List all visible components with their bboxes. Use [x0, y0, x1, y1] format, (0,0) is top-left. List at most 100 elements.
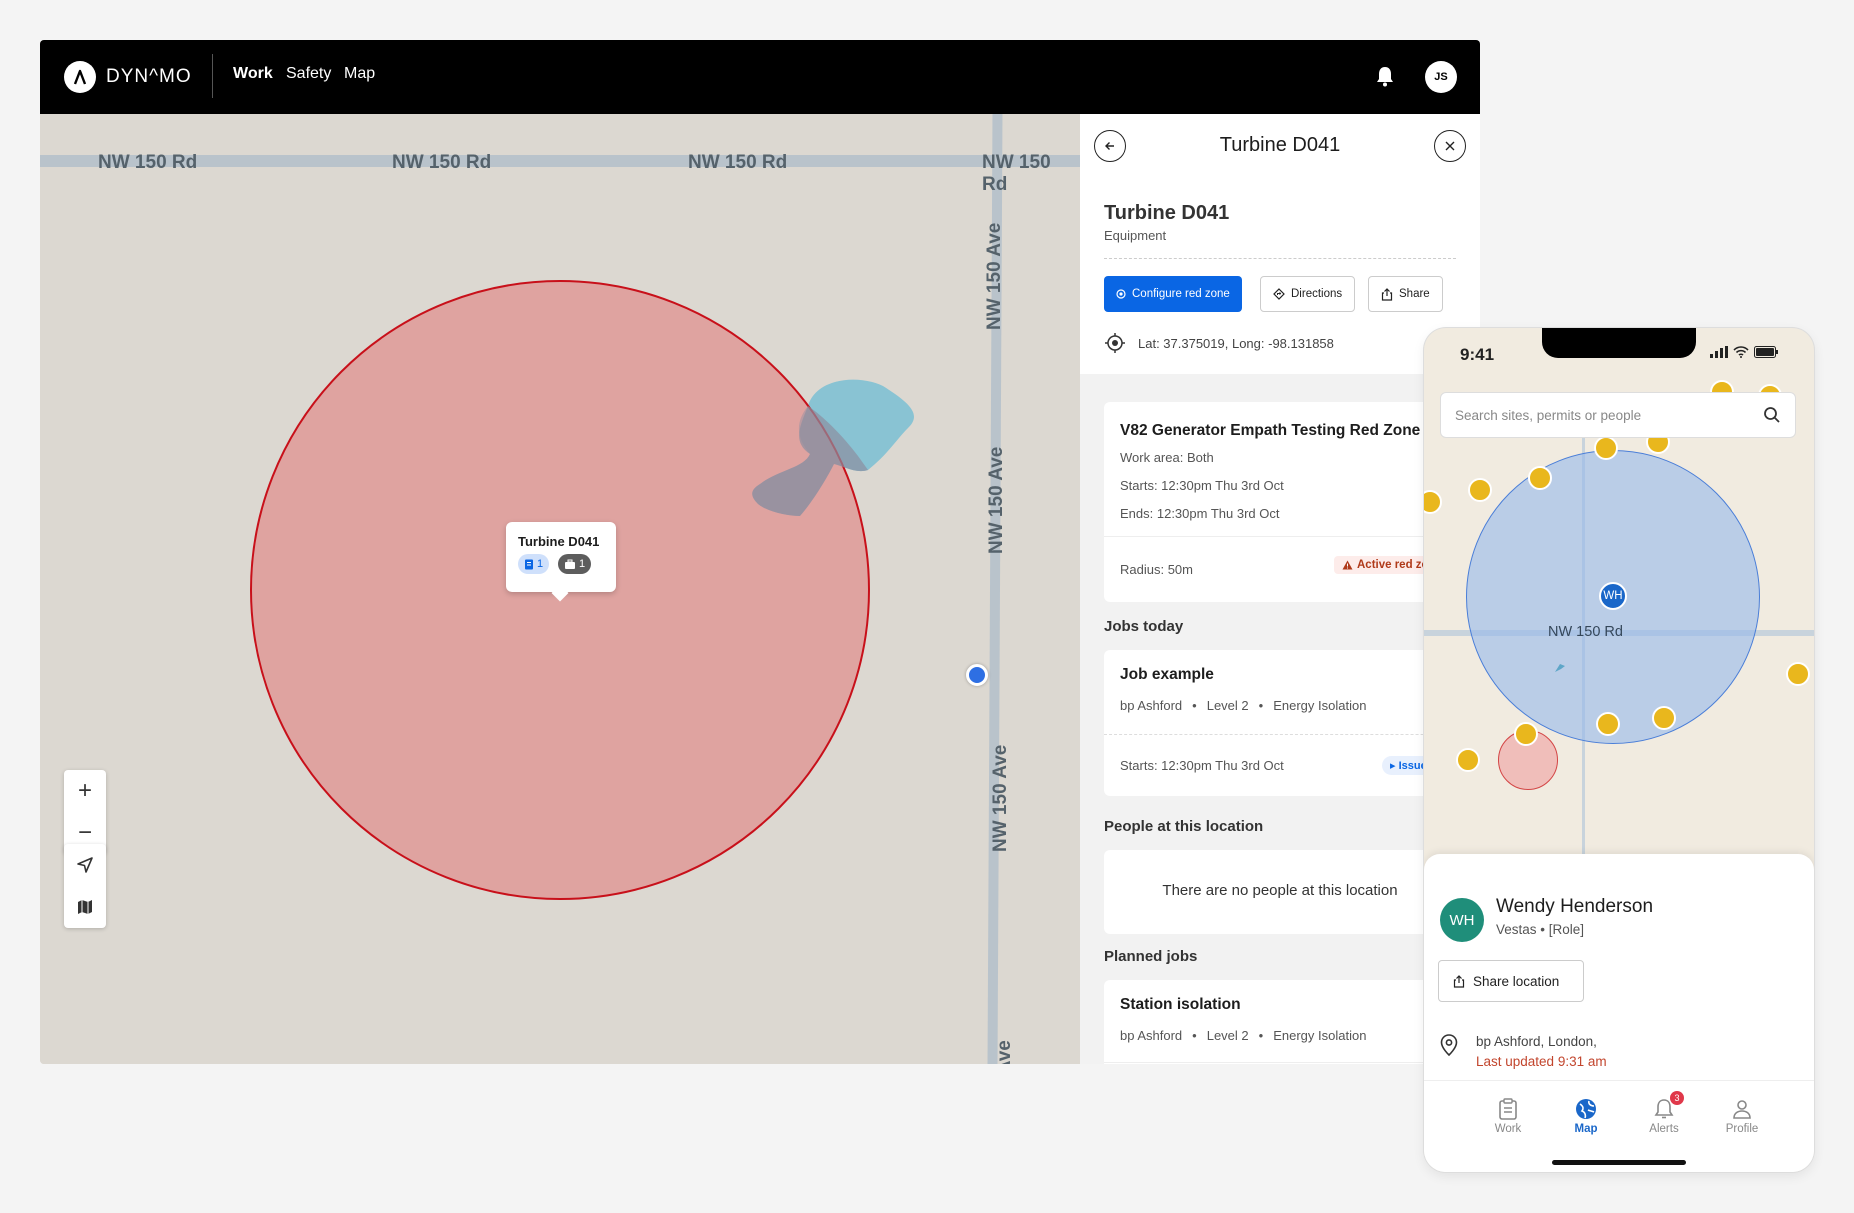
job-level: Level 2 — [1206, 698, 1249, 713]
turbine-marker-icon[interactable] — [1424, 490, 1442, 514]
permits-pill[interactable]: 1 — [518, 554, 550, 574]
road-label: NW 150 Rd — [1548, 624, 1623, 640]
person-pin[interactable]: WH — [1599, 582, 1627, 610]
coordinates: Lat: 37.375019, Long: -98.131858 — [1104, 332, 1334, 354]
turbine-marker-icon[interactable] — [1594, 436, 1618, 460]
panel-header: Turbine D041 Turbine D041 Equipment Conf… — [1080, 114, 1480, 374]
equipment-name: Turbine D041 — [1104, 202, 1230, 224]
clipboard-icon — [1499, 1098, 1517, 1120]
job-starts: Starts: 12:30pm Thu 3rd Oct — [1120, 758, 1284, 773]
signal-icon — [1710, 346, 1728, 358]
turbine-marker-icon[interactable] — [1596, 712, 1620, 736]
share-icon — [1381, 287, 1393, 301]
notifications-icon[interactable] — [1375, 65, 1395, 92]
tab-work[interactable]: Work — [1478, 1095, 1538, 1135]
person-role: [Role] — [1548, 922, 1585, 937]
tab-map[interactable]: Map — [1556, 1095, 1616, 1135]
tab-work-label: Work — [1494, 1123, 1522, 1135]
turbine-marker-icon[interactable] — [1528, 466, 1552, 490]
current-location-marker — [966, 664, 988, 686]
tab-alerts-label: Alerts — [1649, 1123, 1679, 1135]
turbine-marker-icon[interactable] — [1456, 748, 1480, 772]
turbine-marker-icon[interactable] — [1786, 662, 1810, 686]
directions-icon — [1273, 288, 1285, 300]
person-avatar: WH — [1440, 898, 1484, 942]
share-location-button[interactable]: Share location — [1438, 960, 1584, 1002]
status-icons — [1710, 346, 1778, 358]
tab-alerts[interactable]: 3 Alerts — [1634, 1091, 1694, 1135]
equipment-pill[interactable]: 1 — [558, 554, 592, 574]
alerts-badge: 3 — [1670, 1091, 1684, 1105]
logo-icon[interactable] — [64, 61, 96, 93]
search-input[interactable]: Search sites, permits or people — [1440, 392, 1796, 438]
logo-text: DYN^MO — [106, 66, 192, 87]
last-updated: Last updated 9:31 am — [1476, 1054, 1607, 1069]
target-icon — [1116, 289, 1126, 299]
equipment-popup[interactable]: Turbine D041 1 1 — [506, 522, 616, 592]
map-icon — [78, 900, 92, 914]
crosshair-icon — [1105, 333, 1125, 353]
turbine-marker-icon[interactable] — [1468, 478, 1492, 502]
red-zone-ends: Ends: 12:30pm Thu 3rd Oct — [1120, 506, 1280, 521]
road-label: NW 150 Ave — [986, 446, 1007, 554]
bottom-tab-bar: Work Map 3 Alerts Profile — [1424, 1080, 1814, 1172]
permits-count: 1 — [537, 558, 544, 570]
close-icon — [1445, 141, 1455, 151]
red-zone-radius: Radius: 50m — [1120, 562, 1193, 577]
red-zone-title: V82 Generator Empath Testing Red Zone — [1120, 422, 1421, 439]
map-canvas[interactable]: NW 150 Rd NW 150 Rd NW 150 Rd NW 150 Rd … — [40, 114, 1080, 1064]
job-title: Job example — [1120, 666, 1214, 683]
people-heading: People at this location — [1104, 818, 1264, 835]
close-button[interactable] — [1434, 130, 1466, 162]
turbine-marker-icon[interactable] — [1514, 722, 1538, 746]
tab-profile-label: Profile — [1725, 1123, 1759, 1135]
directions-label: Directions — [1291, 288, 1343, 300]
tab-profile[interactable]: Profile — [1712, 1095, 1772, 1135]
map-tools — [64, 844, 106, 928]
planned-job-site: bp Ashford — [1120, 1028, 1183, 1043]
divider — [1104, 258, 1456, 259]
planned-job-title: Station isolation — [1120, 996, 1241, 1013]
job-category: Energy Isolation — [1273, 698, 1367, 713]
user-avatar[interactable]: JS — [1425, 61, 1457, 93]
search-icon[interactable] — [1763, 406, 1781, 424]
turbine-marker-icon[interactable] — [1652, 706, 1676, 730]
nav-work[interactable]: Work — [233, 65, 273, 83]
share-location-label: Share location — [1473, 973, 1560, 989]
zoom-in-button[interactable]: + — [64, 770, 106, 812]
share-button[interactable]: Share — [1368, 276, 1443, 312]
panel-title: Turbine D041 — [1219, 134, 1341, 156]
water-icon — [1555, 664, 1565, 672]
person-company: Vestas — [1496, 922, 1537, 937]
person-meta: Vestas • [Role] — [1496, 922, 1585, 937]
planned-job-level: Level 2 — [1206, 1028, 1249, 1043]
red-zone-starts: Starts: 12:30pm Thu 3rd Oct — [1120, 478, 1284, 493]
job-meta: bp Ashford • Level 2 • Energy Isolation — [1120, 698, 1367, 713]
map-layers-button[interactable] — [64, 886, 106, 928]
search-placeholder: Search sites, permits or people — [1455, 407, 1642, 423]
nav-map[interactable]: Map — [344, 65, 375, 83]
nav-safety[interactable]: Safety — [286, 65, 331, 83]
zoom-controls: + − — [64, 770, 106, 854]
globe-icon — [1576, 1099, 1596, 1119]
wifi-icon — [1733, 346, 1749, 358]
no-people-message: There are no people at this location — [1162, 882, 1398, 899]
road-label: NW 150 Ave — [984, 222, 1005, 330]
road-label: 50 Ave — [994, 1040, 1016, 1064]
planned-jobs-heading: Planned jobs — [1104, 948, 1198, 965]
battery-icon — [1754, 346, 1778, 358]
configure-label: Configure red zone — [1132, 288, 1230, 300]
planned-job-meta: bp Ashford • Level 2 • Energy Isolation — [1120, 1028, 1367, 1043]
road-label: NW 150 Rd — [392, 152, 492, 173]
road-label: NW 150 Rd — [982, 152, 1051, 195]
share-label: Share — [1399, 288, 1430, 300]
configure-red-zone-button[interactable]: Configure red zone — [1104, 276, 1242, 312]
road-label: NW 150 Rd — [98, 152, 198, 173]
equipment-panel: Turbine D041 Turbine D041 Equipment Conf… — [1080, 114, 1480, 1064]
person-icon — [1733, 1100, 1751, 1119]
directions-button[interactable]: Directions — [1260, 276, 1356, 312]
desktop-app: DYN^MO Work Safety Map JS NW 150 Rd NW 1… — [40, 40, 1480, 1064]
locate-me-button[interactable] — [64, 844, 106, 886]
status-time: 9:41 — [1460, 345, 1495, 364]
person-location: bp Ashford, London, — [1476, 1034, 1597, 1049]
